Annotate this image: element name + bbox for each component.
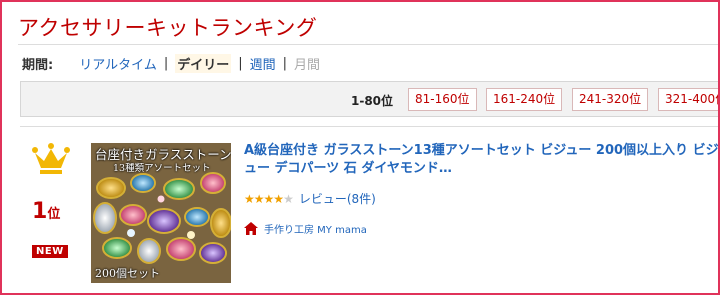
- star-icon: ★: [253, 191, 265, 206]
- separator: |: [163, 56, 169, 71]
- pager-link-241-320[interactable]: 241-320位: [572, 88, 649, 111]
- period-weekly-link[interactable]: 週間: [250, 54, 276, 73]
- new-badge: NEW: [32, 245, 68, 258]
- shop-row: 手作り工房 MY mama: [244, 221, 367, 236]
- period-daily-active: デイリー: [175, 54, 232, 73]
- rank-suffix: 位: [47, 207, 61, 222]
- crown-icon: [32, 143, 70, 174]
- separator: |: [282, 56, 288, 71]
- shop-name-link[interactable]: 手作り工房 MY mama: [264, 221, 367, 236]
- rank-number-value: 1: [32, 199, 48, 224]
- star-icon: ★: [273, 191, 284, 206]
- house-icon: [244, 222, 258, 235]
- ranking-panel: アクセサリーキットランキング 期間: リアルタイム | デイリー | 週間 | …: [0, 0, 720, 295]
- product-image[interactable]: 台座付きガラスストーン 13種類アソートセット 200個セット: [91, 143, 231, 283]
- image-caption-subtitle: 13種類アソートセット: [113, 163, 211, 174]
- period-realtime-link[interactable]: リアルタイム: [79, 54, 157, 73]
- pager-current-range: 1-80位: [351, 94, 394, 108]
- pager-link-321-400[interactable]: 321-400位: [658, 88, 718, 111]
- star-icon: ★: [283, 191, 294, 206]
- period-monthly-disabled: 月間: [294, 58, 321, 73]
- star-icon: ★: [263, 191, 275, 206]
- rank-number: 1位: [32, 199, 60, 224]
- image-caption-count: 200個セット: [95, 267, 160, 280]
- divider: [20, 126, 718, 127]
- star-rating: ★★★★★: [244, 191, 294, 206]
- rank-pager: 1-80位 81-160位 161-240位 241-320位 321-400位: [20, 81, 718, 117]
- rank-badge: [28, 142, 74, 176]
- divider: [18, 44, 718, 45]
- pager-link-81-160[interactable]: 81-160位: [408, 88, 477, 111]
- separator: |: [238, 56, 243, 71]
- period-selector: 期間: リアルタイム | デイリー | 週間 | 月間: [22, 54, 320, 73]
- rating-row: ★★★★★ レビュー(8件): [244, 190, 376, 207]
- period-label: 期間:: [22, 58, 54, 73]
- star-icon: ★: [244, 191, 255, 206]
- pager-link-161-240[interactable]: 161-240位: [486, 88, 563, 111]
- review-link[interactable]: レビュー(8件): [299, 190, 376, 207]
- product-title-link[interactable]: A級台座付き ガラスストーン13種アソートセット ビジュー 200個以上入り ビ…: [244, 142, 718, 178]
- page-title: アクセサリーキットランキング: [18, 16, 318, 40]
